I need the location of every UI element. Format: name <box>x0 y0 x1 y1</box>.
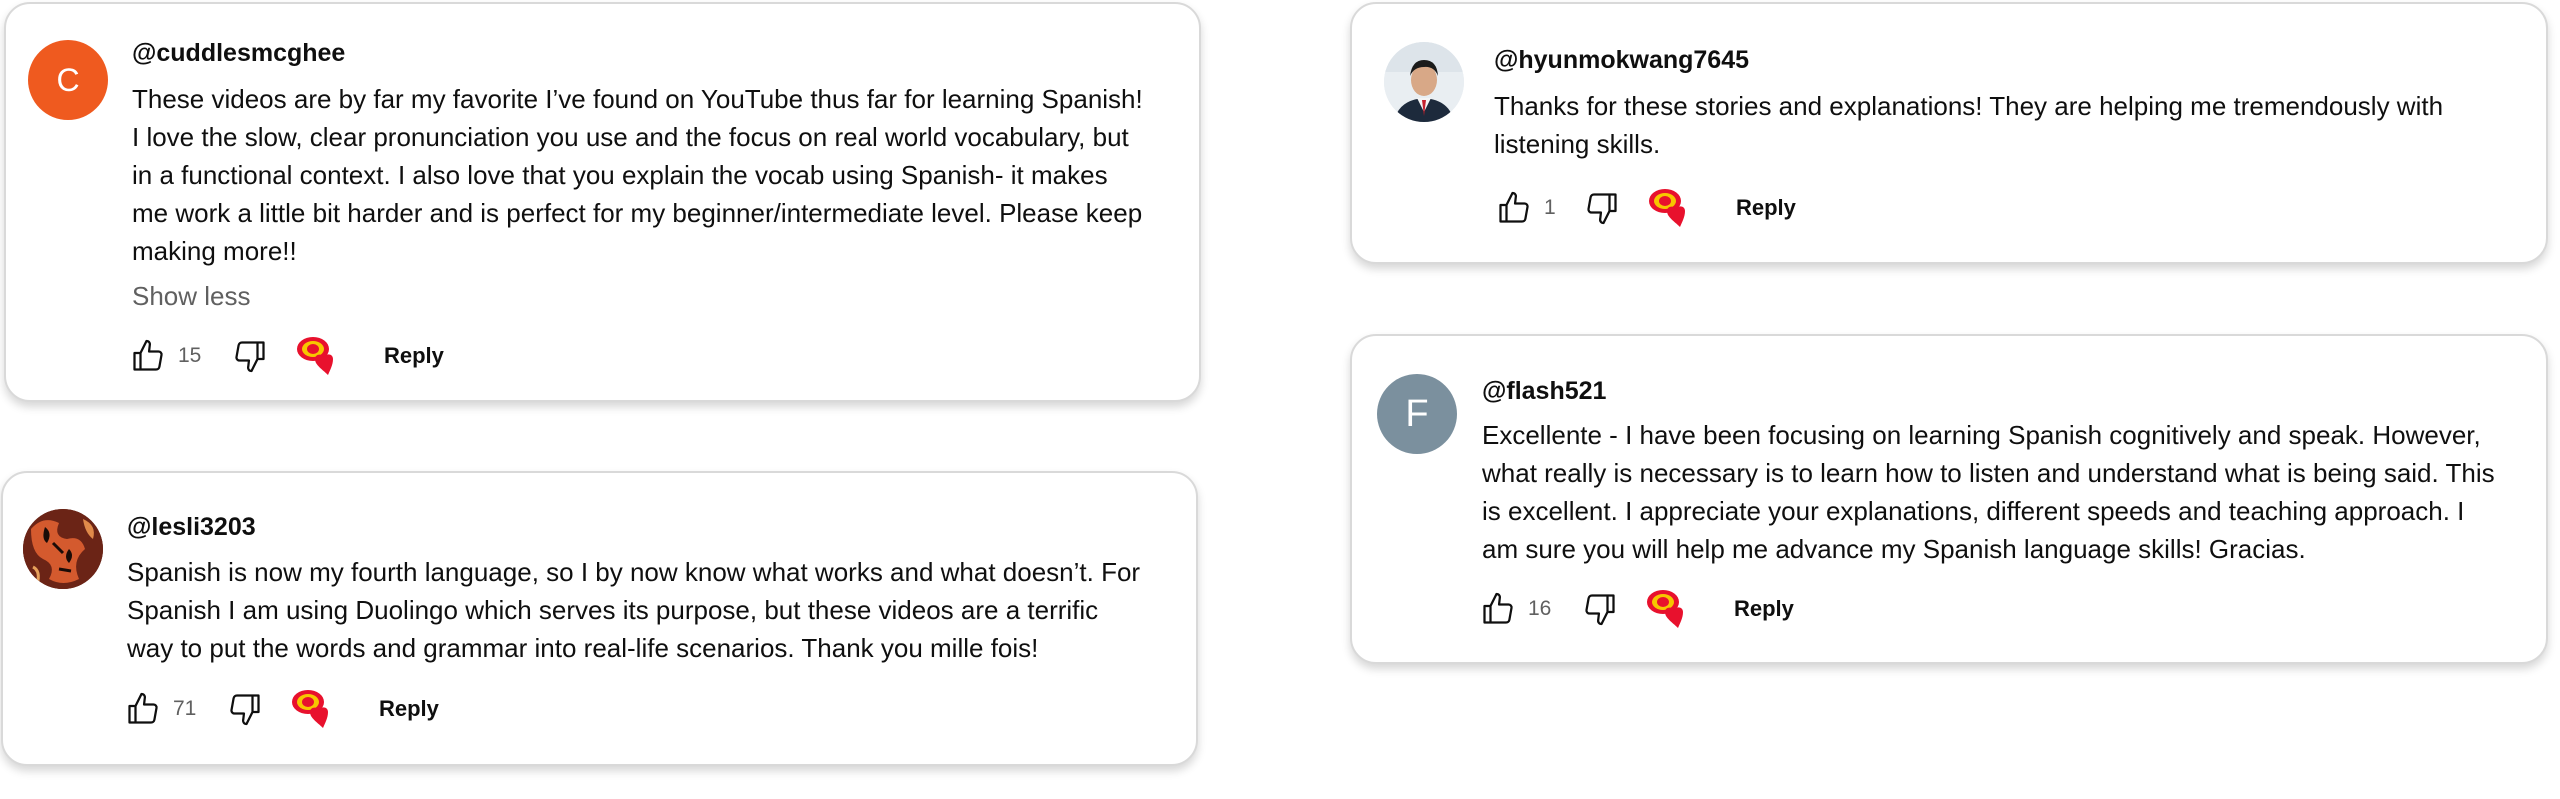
thumbs-up-icon[interactable] <box>1494 188 1534 228</box>
thumbs-down-icon[interactable] <box>230 336 270 376</box>
comment-text: Excellente - I have been focusing on lea… <box>1482 416 2495 568</box>
comment-actions: 1 Reply <box>1494 186 1796 230</box>
comment-line: making more!! <box>132 236 297 266</box>
comment-text: Thanks for these stories and explanation… <box>1494 87 2443 163</box>
comment-text: Spanish is now my fourth language, so I … <box>127 553 1140 667</box>
thumbs-up-icon[interactable] <box>123 689 163 729</box>
comment-card: @hyunmokwang7645 Thanks for these storie… <box>1350 2 2548 264</box>
comment-line: is excellent. I appreciate your explanat… <box>1482 496 2465 526</box>
comment-line: Spanish I am using Duolingo which serves… <box>127 595 1099 625</box>
comment-author[interactable]: @lesli3203 <box>127 513 256 542</box>
avatar-letter: C <box>56 61 80 98</box>
reply-button[interactable]: Reply <box>384 343 444 369</box>
show-less-link[interactable]: Show less <box>132 281 251 312</box>
reply-button[interactable]: Reply <box>1734 596 1794 622</box>
comment-actions: 16 Reply <box>1478 587 1794 631</box>
like-count: 1 <box>1544 196 1556 219</box>
like-count: 71 <box>173 697 197 720</box>
thumbs-down-icon[interactable] <box>1580 589 1620 629</box>
comment-line: what really is necessary is to learn how… <box>1482 458 2495 488</box>
comment-line: am sure you will help me advance my Span… <box>1482 534 2306 564</box>
comment-actions: 71 Reply <box>123 687 439 731</box>
comment-card: @lesli3203 Spanish is now my fourth lang… <box>1 471 1198 766</box>
comment-line: in a functional context. I also love tha… <box>132 160 1108 190</box>
comment-line: listening skills. <box>1494 129 1661 159</box>
reply-button[interactable]: Reply <box>1736 195 1796 221</box>
creator-heart-icon <box>296 334 342 378</box>
creator-heart-icon <box>291 687 337 731</box>
comment-actions: 15 Reply <box>128 334 444 378</box>
avatar[interactable]: F <box>1377 374 1457 454</box>
like-count: 16 <box>1528 597 1552 620</box>
creator-heart-icon <box>1646 587 1692 631</box>
comment-line: These videos are by far my favorite I’ve… <box>132 84 1143 114</box>
abstract-art-avatar[interactable] <box>23 509 103 589</box>
comment-line: Excellente - I have been focusing on lea… <box>1482 420 2481 450</box>
comment-line: me work a little bit harder and is perfe… <box>132 198 1143 228</box>
like-count: 15 <box>178 344 202 367</box>
comment-line: Spanish is now my fourth language, so I … <box>127 557 1141 587</box>
creator-heart-icon <box>1648 186 1694 230</box>
comment-author[interactable]: @flash521 <box>1482 377 1606 406</box>
avatar[interactable]: C <box>28 40 108 120</box>
reply-button[interactable]: Reply <box>379 696 439 722</box>
thumbs-up-icon[interactable] <box>128 336 168 376</box>
comment-line: way to put the words and grammar into re… <box>127 633 1039 663</box>
comment-author[interactable]: @cuddlesmcghee <box>132 39 345 68</box>
comment-line: I love the slow, clear pronunciation you… <box>132 122 1129 152</box>
comment-card: F @flash521 Excellente - I have been foc… <box>1350 334 2548 664</box>
comment-line: Thanks for these stories and explanation… <box>1494 91 2444 121</box>
comment-author[interactable]: @hyunmokwang7645 <box>1494 46 1749 75</box>
thumbs-down-icon[interactable] <box>225 689 265 729</box>
thumbs-up-icon[interactable] <box>1478 589 1518 629</box>
comment-card: C @cuddlesmcghee These videos are by far… <box>4 2 1201 402</box>
person-photo-avatar[interactable] <box>1384 42 1464 122</box>
thumbs-down-icon[interactable] <box>1582 188 1622 228</box>
comment-text: These videos are by far my favorite I’ve… <box>132 80 1143 270</box>
avatar-letter: F <box>1405 392 1429 435</box>
